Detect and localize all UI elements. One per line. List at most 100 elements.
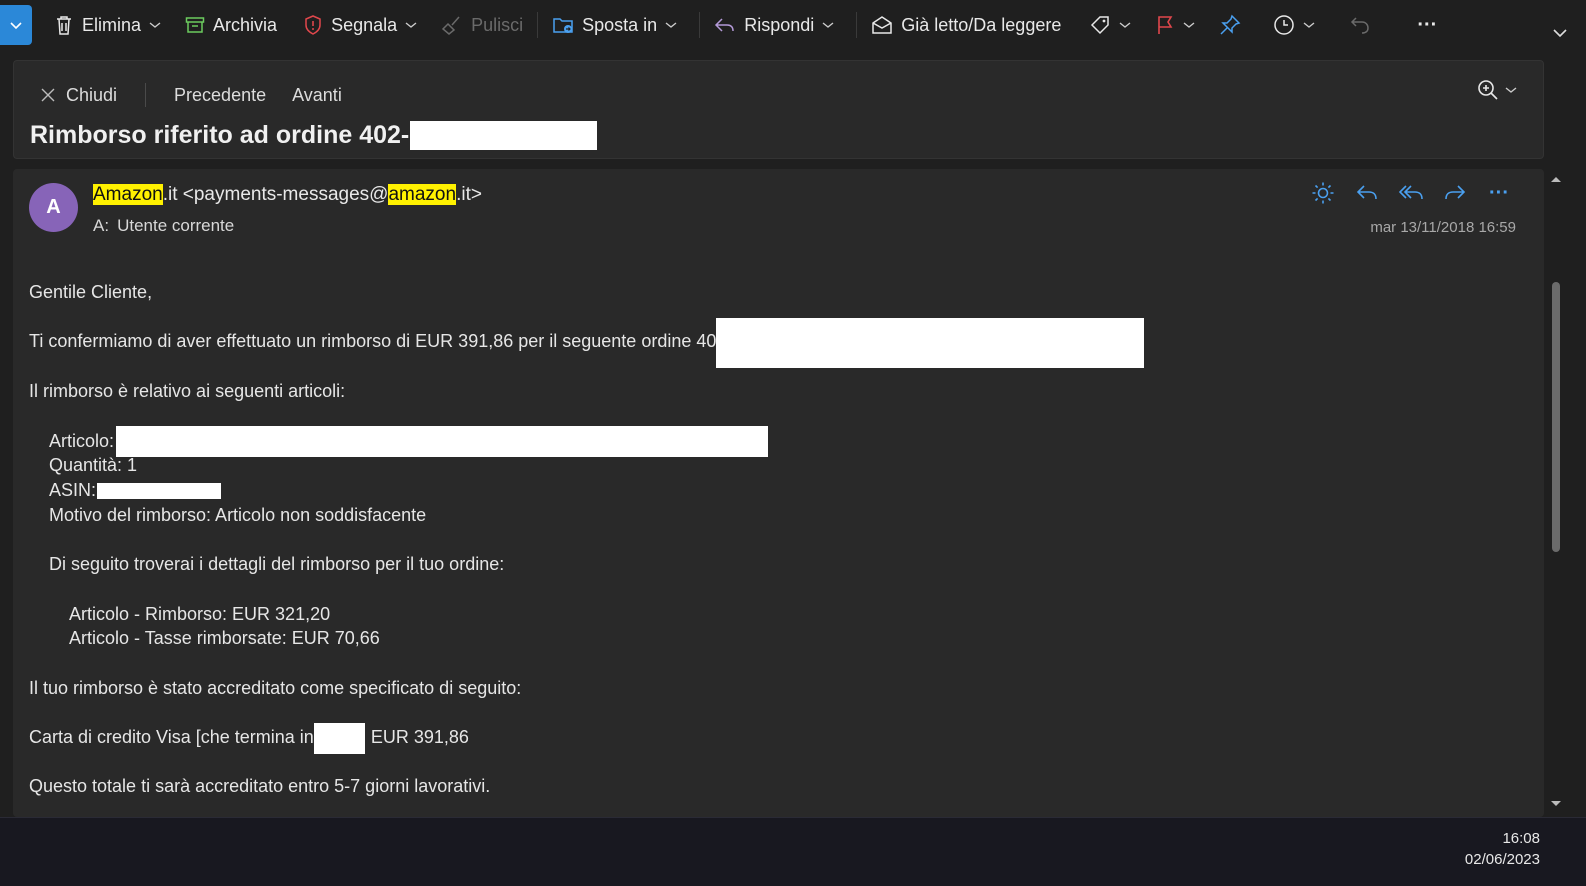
redaction-box: [410, 121, 598, 150]
undo-icon: [1351, 17, 1370, 34]
toolbar-divider: [856, 12, 858, 38]
tag-button[interactable]: [1081, 7, 1147, 43]
move-to-label: Sposta in: [582, 14, 658, 35]
message-navigation: Chiudi Precedente Avanti: [40, 83, 342, 107]
article-label: Articolo:: [49, 430, 115, 451]
article-line: Articolo:: [29, 426, 1144, 458]
reading-pane-header: Chiudi Precedente Avanti Rimborso riferi…: [13, 60, 1544, 159]
redaction-box: [116, 426, 769, 458]
archive-button[interactable]: Archivia: [177, 7, 285, 43]
reply-icon: [715, 18, 734, 32]
brightness-button[interactable]: [1308, 179, 1338, 207]
report-button[interactable]: Segnala: [295, 7, 433, 43]
reply-message-button[interactable]: [1352, 179, 1382, 207]
forward-icon: [1445, 185, 1466, 200]
move-to-button[interactable]: Sposta in: [544, 7, 693, 43]
next-button[interactable]: Avanti: [292, 85, 342, 106]
chevron-down-icon[interactable]: [1119, 21, 1131, 29]
card-line: Carta di credito Visa [che termina in EUR…: [29, 722, 1144, 754]
message-more-button[interactable]: ···: [1484, 179, 1514, 207]
reply-all-icon: [1398, 185, 1423, 200]
sweep-button[interactable]: Pulisci: [433, 7, 531, 43]
zoom-in-icon: [1478, 80, 1498, 100]
read-unread-button[interactable]: Già letto/Da leggere: [863, 7, 1069, 43]
chevron-down-icon[interactable]: [1552, 28, 1568, 38]
chevron-down-icon: [10, 22, 22, 30]
read-unread-label: Già letto/Da leggere: [901, 14, 1062, 35]
search-highlight: Amazon: [93, 184, 163, 205]
recipient-name[interactable]: Utente corrente: [117, 216, 234, 235]
shield-icon: [305, 15, 321, 35]
chevron-down-icon[interactable]: [1183, 21, 1195, 29]
refund-confirmation-text: Ti confermiamo di aver effettuato un rim…: [29, 331, 717, 352]
toolbar-divider: [537, 12, 539, 38]
clock-date: 02/06/2023: [1464, 851, 1540, 868]
sender-avatar[interactable]: A: [29, 183, 78, 232]
archive-icon: [185, 17, 205, 33]
previous-button[interactable]: Precedente: [174, 85, 266, 106]
undo-button[interactable]: [1341, 7, 1387, 43]
message-body: Gentile Cliente, Ti confermiamo di aver …: [29, 280, 1145, 799]
details-intro: Di seguito troverai i dettagli del rimbo…: [49, 554, 505, 575]
scrollbar-thumb[interactable]: [1552, 282, 1560, 552]
toolbar-divider: [699, 12, 701, 38]
asin-label: ASIN:: [49, 480, 97, 501]
nav-divider: [145, 83, 147, 107]
close-button[interactable]: Chiudi: [40, 85, 117, 106]
chevron-down-icon[interactable]: [405, 21, 417, 29]
snooze-button[interactable]: [1265, 7, 1331, 43]
reply-button[interactable]: Rispondi: [706, 7, 850, 43]
redaction-box: [716, 317, 1145, 368]
chevron-down-icon[interactable]: [1303, 21, 1315, 29]
pin-icon: [1220, 14, 1241, 35]
items-intro: Il rimborso è relativo ai seguenti artic…: [29, 381, 346, 402]
reply-label: Rispondi: [744, 14, 815, 35]
broom-icon: [442, 16, 460, 35]
scroll-up-arrow[interactable]: [1550, 175, 1562, 183]
subject-text: Rimborso riferito ad ordine 402-: [30, 121, 410, 149]
taskbar: 16:08 02/06/2023: [0, 817, 1586, 886]
chevron-down-icon[interactable]: [822, 21, 834, 29]
pin-button[interactable]: [1211, 7, 1257, 43]
flag-button[interactable]: [1147, 7, 1211, 43]
refund-item-amount: Articolo - Rimborso: EUR 321,20: [69, 603, 331, 624]
delete-label: Elimina: [82, 14, 142, 35]
envelope-open-icon: [872, 16, 892, 34]
more-label: ···: [1417, 13, 1438, 36]
zoom-button[interactable]: [1477, 79, 1517, 101]
asin-line: ASIN:: [29, 478, 1144, 503]
sender-line[interactable]: Amazon.it <payments-messages@amazon.it>: [93, 184, 482, 206]
search-highlight: amazon: [388, 184, 457, 205]
ribbon-collapse-button[interactable]: [0, 5, 32, 45]
refund-reason: Motivo del rimborso: Articolo non soddis…: [49, 504, 427, 525]
system-clock[interactable]: 16:08 02/06/2023: [1465, 828, 1540, 870]
close-label: Chiudi: [66, 84, 118, 105]
delete-button[interactable]: Elimina: [46, 7, 177, 43]
flag-icon: [1158, 16, 1173, 34]
message-more-label: ···: [1489, 181, 1509, 204]
redaction-box: [97, 483, 222, 500]
redaction-box: [313, 722, 365, 754]
message-date: mar 13/11/2018 16:59: [1370, 219, 1516, 236]
chevron-down-icon[interactable]: [665, 21, 677, 29]
chevron-down-icon[interactable]: [149, 21, 161, 29]
reply-icon: [1356, 185, 1377, 200]
more-commands-button[interactable]: ···: [1409, 7, 1445, 43]
refund-confirmation: Ti confermiamo di aver effettuato un rim…: [29, 317, 1145, 368]
message-actions: ···: [1308, 179, 1514, 207]
command-toolbar: Elimina Archivia Segnala Pulisci Sposta …: [0, 0, 1586, 50]
forward-button[interactable]: [1440, 179, 1470, 207]
reply-all-button[interactable]: [1396, 179, 1426, 207]
sun-icon: [1312, 182, 1334, 204]
sweep-label: Pulisci: [471, 14, 524, 35]
credited-intro: Il tuo rimborso è stato accreditato come…: [29, 677, 522, 698]
clock-time: 16:08: [1502, 830, 1540, 847]
refund-tax-amount: Articolo - Tasse rimborsate: EUR 70,66: [69, 628, 380, 649]
sender-address-end: .it>: [456, 184, 482, 205]
chevron-down-icon[interactable]: [1505, 86, 1517, 94]
recipient-line: A: Utente corrente: [93, 216, 234, 236]
to-label: A:: [93, 216, 110, 235]
message-view: A Amazon.it <payments-messages@amazon.it…: [13, 169, 1544, 817]
folder-move-icon: [553, 18, 573, 33]
scroll-down-arrow[interactable]: [1550, 800, 1562, 808]
